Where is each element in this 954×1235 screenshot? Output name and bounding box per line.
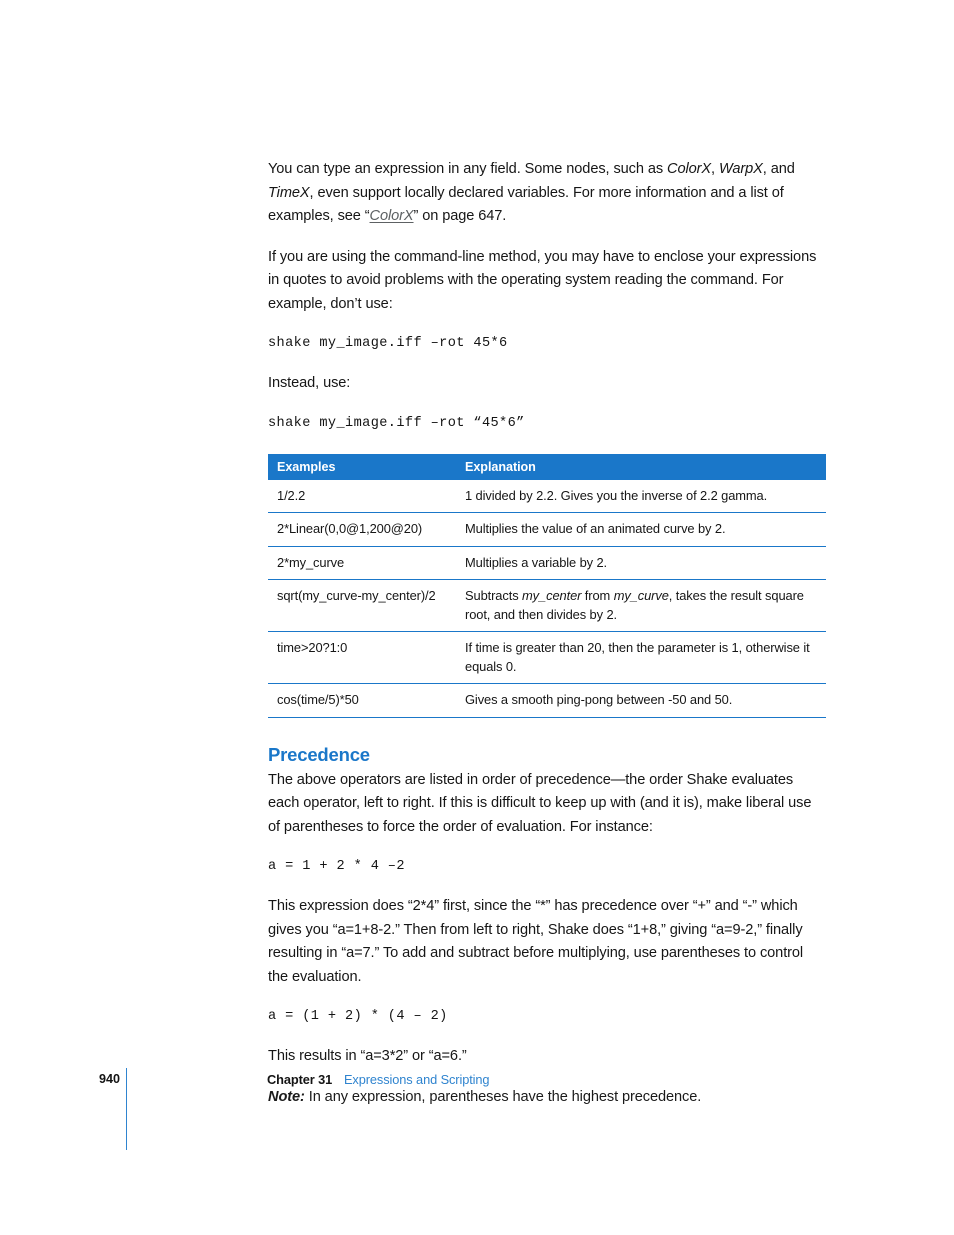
table-cell-example: 2*Linear(0,0@1,200@20) [268,512,456,547]
code-sample-precedence-2: a = (1 + 2) * (4 – 2) [268,1009,448,1024]
code-sample-correct: shake my_image.iff –rot “45*6” [268,415,525,431]
footer-divider-rule [126,1068,128,1150]
intro-text-part-3: , and [762,161,795,177]
examples-table-body: 1/2.2 1 divided by 2.2. Gives you the in… [268,479,826,718]
intro-text-part-2: , [711,161,719,177]
explanation-text: Multiplies the value of an animated curv… [465,521,726,536]
explanation-text: 1 divided by 2.2. Gives you the inverse … [465,487,768,503]
explanation-text: Multiplies a variable by 2. [465,554,608,570]
table-row: sqrt(my_curve-my_center)/2 Subtracts my_… [268,579,826,632]
table-cell-example: 1/2.2 [268,479,456,513]
code-sample-precedence-1: a = 1 + 2 * 4 –2 [268,859,405,874]
explanation-text: If time is greater than 20, then the par… [465,640,810,674]
table-cell-explanation: Multiplies a variable by 2. [456,546,826,580]
table-cell-explanation: Multiplies the value of an animated curv… [456,512,826,547]
precedence-result-paragraph: This results in “a=3*2” or “a=6.” [268,1048,467,1064]
table-cell-example: sqrt(my_curve-my_center)/2 [268,579,456,632]
table-row: 2*Linear(0,0@1,200@20) Multiplies the va… [268,512,826,547]
variable-my-curve: my_curve [613,588,669,603]
note-text: In any expression, parentheses have the … [304,1088,702,1105]
table-cell-example: time>20?1:0 [268,631,456,684]
table-row: time>20?1:0 If time is greater than 20, … [268,631,826,684]
node-name-warpx: WarpX [718,161,763,177]
page-title: Precedence [268,743,370,765]
table-header-explanation: Explanation [456,453,826,480]
examples-table: Examples Explanation 1/2.2 1 divided by … [268,453,826,718]
table-cell-example: 2*my_curve [268,546,456,580]
examples-table-head: Examples Explanation [268,453,826,480]
table-header-row: Examples Explanation [268,453,826,480]
note-label: Note: [268,1088,305,1105]
explanation-text: Subtracts [465,588,523,603]
table-row: 1/2.2 1 divided by 2.2. Gives you the in… [268,479,826,513]
variable-my-center: my_center [522,588,582,603]
document-page: You can type an expression in any field.… [0,0,954,1235]
precedence-explanation-paragraph: This expression does “2*4” first, since … [268,898,804,985]
intro-text-part-1: You can type an expression in any field.… [268,161,667,177]
table-header-examples: Examples [268,453,456,480]
explanation-text-mid: from [581,588,614,603]
precedence-intro-paragraph: The above operators are listed in order … [268,771,812,835]
note-paragraph: Note: In any expression, parentheses hav… [268,1086,826,1110]
table-cell-explanation: Gives a smooth ping-pong between -50 and… [456,683,826,718]
table-row: 2*my_curve Multiplies a variable by 2. [268,546,826,580]
node-name-timex: TimeX [268,184,310,201]
footer-chapter-label: Chapter 31 [267,1072,333,1087]
footer-chapter-title: Expressions and Scripting [344,1072,490,1087]
intro-text-part-5: ” on page 647. [413,208,507,224]
command-line-paragraph: If you are using the command-line method… [268,248,817,312]
table-row: cos(time/5)*50 Gives a smooth ping-pong … [268,683,826,718]
table-cell-explanation: If time is greater than 20, then the par… [456,631,826,684]
intro-text-part-4: , even support locally declared variable… [268,184,784,225]
colorx-cross-reference-link[interactable]: ColorX [370,208,414,224]
intro-paragraph: You can type an expression in any field.… [268,158,826,229]
table-cell-explanation: Subtracts my_center from my_curve, takes… [456,579,826,632]
code-sample-incorrect: shake my_image.iff –rot 45*6 [268,336,508,351]
table-cell-explanation: 1 divided by 2.2. Gives you the inverse … [456,479,826,513]
table-cell-example: cos(time/5)*50 [268,683,456,718]
page-number: 940 [99,1072,121,1086]
explanation-text: Gives a smooth ping-pong between -50 and… [465,692,733,707]
instead-use-paragraph: Instead, use: [268,375,351,391]
page-content: You can type an expression in any field.… [268,158,826,1109]
node-name-colorx: ColorX [667,161,712,177]
